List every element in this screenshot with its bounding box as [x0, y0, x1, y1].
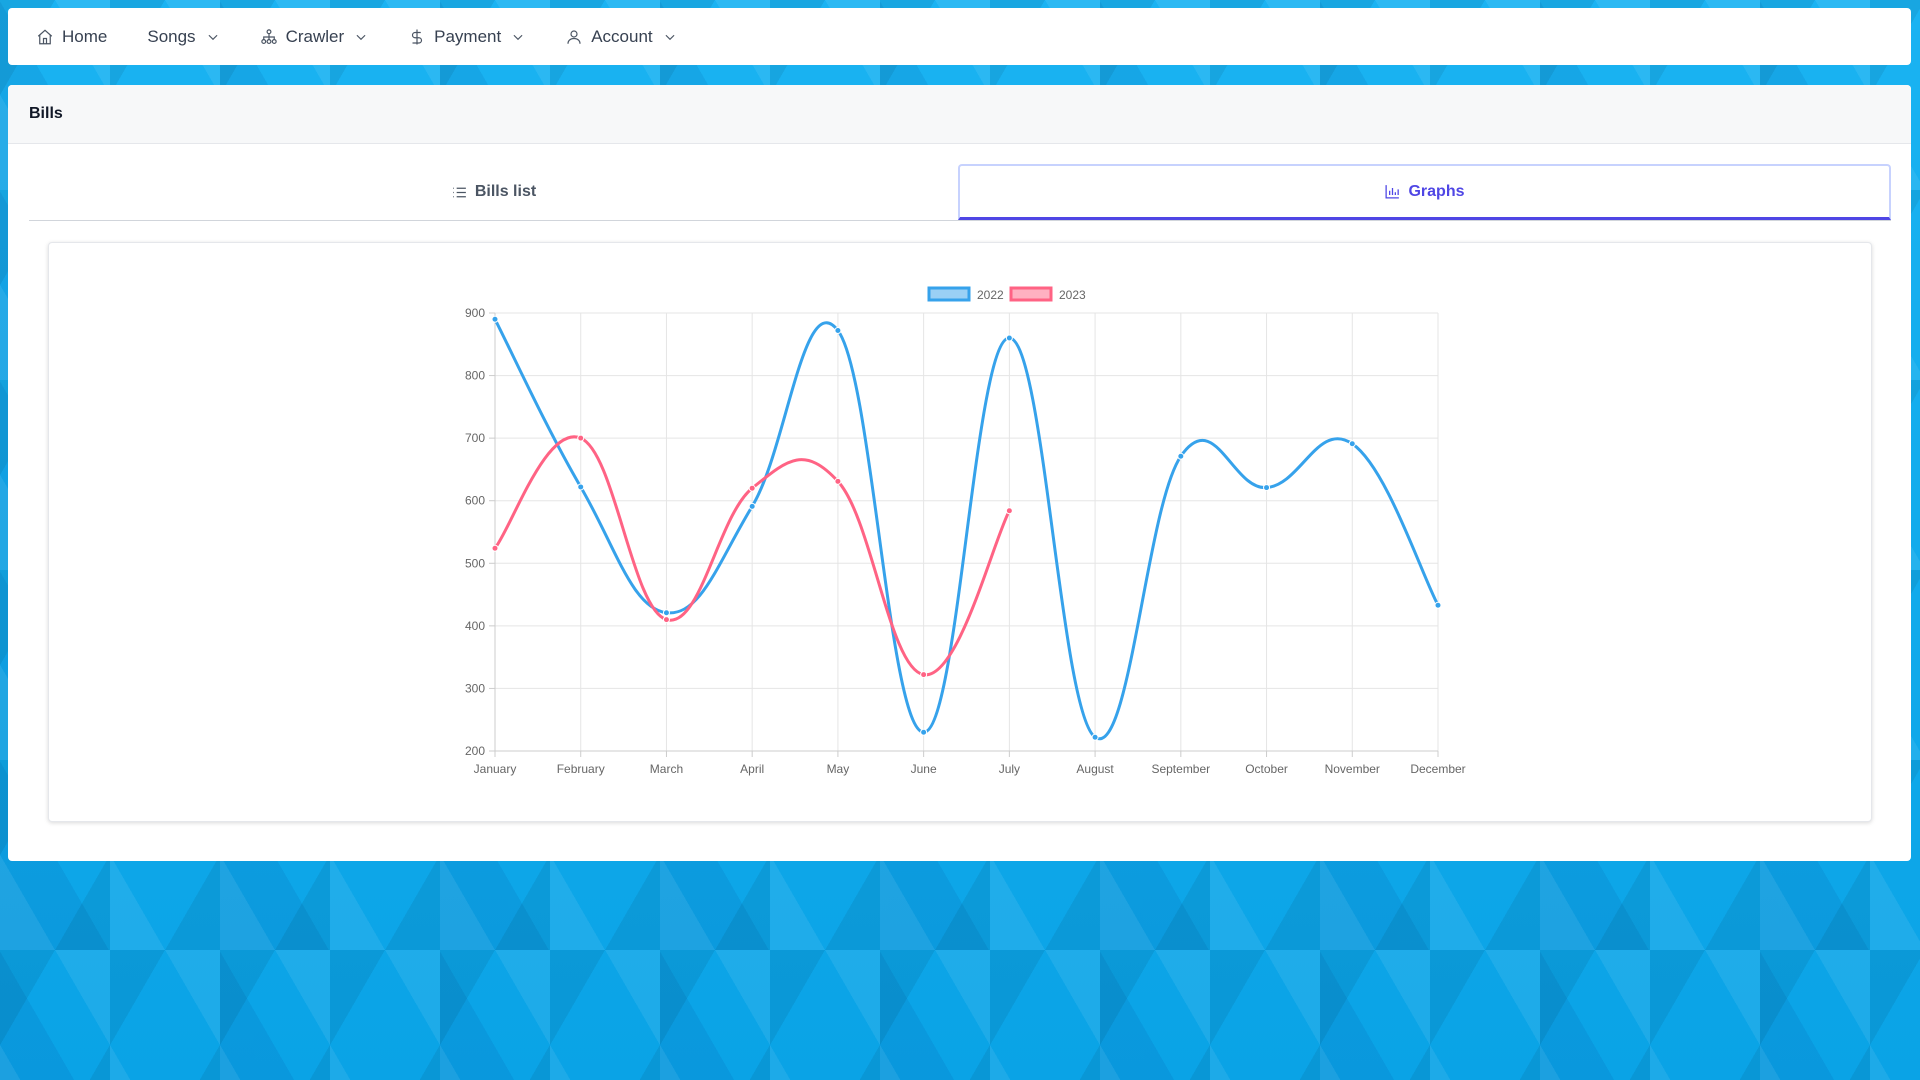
chart-container: 200 300 400 500 600 700 800 900 January February M…: [48, 242, 1872, 822]
data-point-2023: [748, 484, 756, 492]
nav-account[interactable]: Account: [565, 27, 676, 47]
x-tick-label: February: [557, 762, 605, 776]
x-tick-label: October: [1245, 762, 1288, 776]
y-tick-label: 700: [465, 431, 485, 445]
x-tick-label: August: [1076, 762, 1114, 776]
tab-bills-list[interactable]: Bills list: [29, 164, 958, 220]
y-tick-label: 400: [465, 619, 485, 633]
nav-songs-label: Songs: [147, 26, 196, 46]
data-point-2022: [834, 327, 842, 335]
y-tick-label: 500: [465, 556, 485, 570]
bills-line-chart: 200 300 400 500 600 700 800 900 January February M…: [465, 286, 1466, 776]
series-line-2022: [493, 318, 1440, 741]
chevron-down-icon: [513, 34, 523, 40]
data-point-2022: [920, 728, 928, 736]
bar-chart-icon: [1385, 185, 1400, 199]
card-header: Bills: [8, 85, 1911, 144]
chevron-down-icon: [356, 34, 366, 40]
data-point-2022: [1263, 484, 1271, 492]
x-tick-label: May: [827, 762, 850, 776]
tab-graphs[interactable]: Graphs: [958, 164, 1891, 220]
x-tick-label: November: [1325, 762, 1380, 776]
legend-label-2023: 2023: [1059, 288, 1086, 302]
data-point-2023: [491, 544, 499, 552]
user-icon: [567, 29, 581, 44]
nav-songs[interactable]: Songs: [147, 27, 219, 47]
data-point-2022: [491, 315, 499, 323]
y-tick-label: 800: [465, 369, 485, 383]
tab-bills-list-label: Bills list: [474, 183, 537, 200]
nav-payment-label: Payment: [434, 26, 502, 46]
y-tick-label: 900: [465, 306, 485, 320]
x-tick-label: June: [911, 762, 937, 776]
home-icon: [37, 28, 53, 44]
data-point-2022: [1348, 440, 1356, 448]
y-tick-label: 600: [465, 494, 485, 508]
x-tick-label: September: [1151, 762, 1210, 776]
data-point-2023: [1005, 507, 1013, 515]
nav-home-label: Home: [62, 26, 108, 46]
nav-account-label: Account: [591, 26, 653, 46]
legend-label-2022: 2022: [977, 288, 1004, 302]
dollar-icon: [412, 29, 423, 44]
chevron-down-icon: [665, 34, 675, 40]
top-navbar: Home Songs Crawler Payment Account: [8, 8, 1911, 65]
tab-graphs-label: Graphs: [1408, 182, 1465, 200]
x-tick-label: March: [650, 762, 683, 776]
page-title: Bills: [29, 105, 63, 122]
nav-crawler[interactable]: Crawler: [260, 27, 369, 47]
data-point-2023: [577, 434, 585, 442]
chevron-down-icon: [208, 34, 218, 40]
legend-swatch-2023: [1009, 286, 1053, 302]
data-point-2022: [748, 502, 756, 510]
tab-bar: Bills list Graphs: [29, 164, 1891, 221]
y-tick-label: 300: [465, 681, 485, 695]
x-tick-label: April: [740, 762, 764, 776]
data-point-2022: [1434, 601, 1442, 609]
data-point-2023: [834, 477, 842, 485]
sitemap-icon: [260, 28, 277, 44]
y-tick-label: 200: [465, 744, 485, 758]
nav-home[interactable]: Home: [36, 27, 107, 47]
legend-swatch-2022: [927, 286, 971, 302]
nav-payment[interactable]: Payment: [408, 27, 525, 47]
data-point-2023: [662, 616, 670, 624]
data-point-2022: [1177, 452, 1185, 460]
x-tick-label: July: [999, 762, 1020, 776]
data-point-2022: [662, 609, 670, 617]
bills-card: Bills Bills list Graphs 200 300 400 500 600 7…: [8, 85, 1911, 861]
data-point-2022: [1005, 334, 1013, 342]
list-icon: [452, 187, 466, 197]
x-tick-label: January: [474, 762, 517, 776]
data-point-2023: [920, 671, 928, 679]
nav-crawler-label: Crawler: [285, 26, 345, 46]
x-tick-label: December: [1410, 762, 1465, 776]
data-point-2022: [577, 483, 585, 491]
data-point-2022: [1091, 733, 1099, 741]
